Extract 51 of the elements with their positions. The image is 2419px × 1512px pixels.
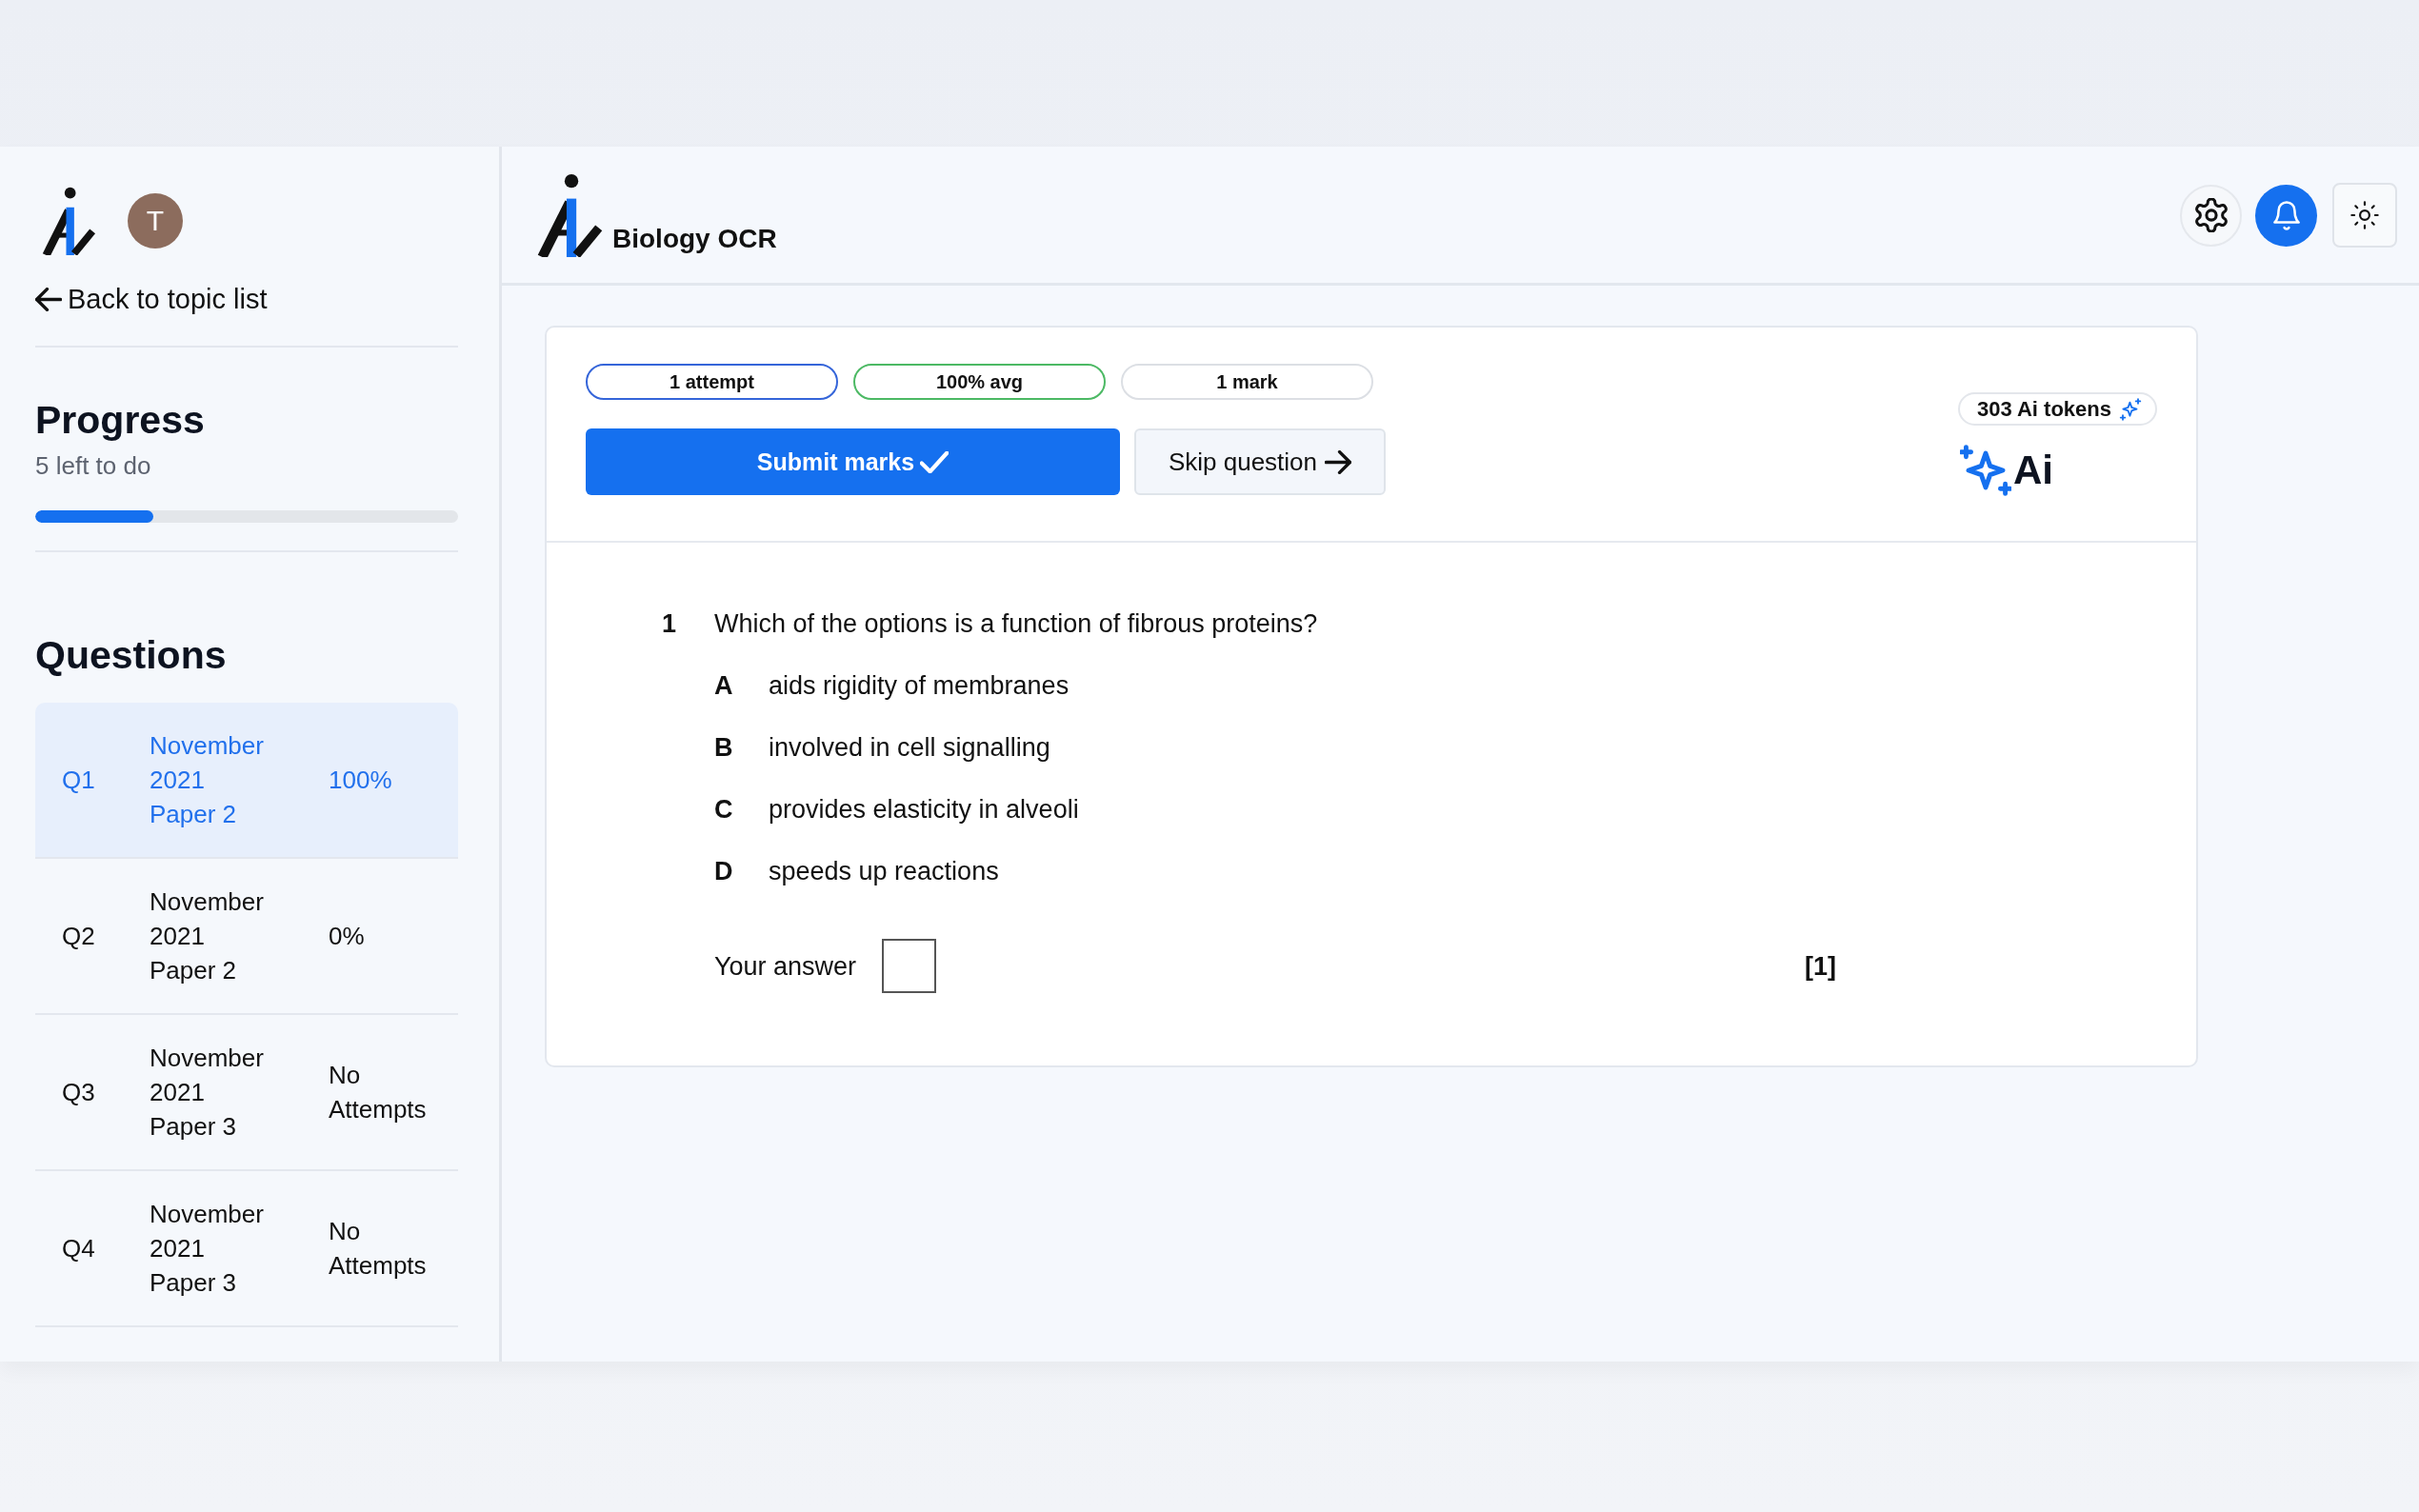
stat-summary: 1 mark [1121, 364, 1373, 400]
question-score: 100% [329, 765, 392, 796]
skip-button[interactable]: Skip question [1134, 428, 1386, 495]
question-score: 0% [329, 921, 365, 952]
token-count: 303 Ai tokens [1957, 392, 2157, 426]
check-icon [920, 450, 950, 473]
question-score: No Attempts [329, 1216, 427, 1282]
question-number: 1 [662, 608, 678, 639]
paper-name: November 2021 Paper 3 [150, 1043, 264, 1143]
option-letter: D [714, 856, 734, 886]
stat-summary: 100% avg [853, 364, 1106, 400]
option-letter: B [714, 732, 734, 763]
answer-box[interactable] [882, 939, 937, 993]
sun-icon [2350, 201, 2379, 229]
settings-icon [2194, 198, 2228, 232]
questions-heading: Questions [35, 632, 227, 679]
question-score: No Attempts [329, 1060, 427, 1125]
ai-label[interactable]: Ai [2012, 448, 2053, 493]
option-text: involved in cell signalling [769, 732, 1050, 763]
question-list-item[interactable]: Q3 November 2021 Paper 3 No Attempts [35, 1015, 458, 1171]
bell-icon [2272, 200, 2300, 230]
paper-name: November 2021 Paper 3 [150, 1199, 264, 1299]
option-text: provides elasticity in alveoli [769, 794, 1079, 825]
marks-label: [1] [1805, 950, 1836, 982]
stat-summary: 1 attempt [586, 364, 838, 400]
question-label: Q2 [62, 921, 96, 952]
subject-title: Biology OCR [612, 223, 777, 255]
answer-label: Your answer [714, 950, 857, 982]
question-label: Q4 [62, 1233, 96, 1264]
option-letter: C [714, 794, 734, 825]
back-link[interactable]: Back to topic list [35, 282, 268, 316]
question-list-item[interactable]: Q4 November 2021 Paper 3 No Attempts [35, 1171, 458, 1327]
question-list-item[interactable]: Q2 November 2021 Paper 2 0% [35, 859, 458, 1015]
question-label: Q1 [62, 765, 96, 796]
back-arrow-icon [35, 287, 62, 311]
arrow-right-icon [1325, 449, 1352, 474]
sparkle-icon [2119, 397, 2142, 421]
sparkle-icon[interactable] [1959, 445, 2011, 496]
option-text: speeds up reactions [769, 856, 999, 886]
option-text: aids rigidity of membranes [769, 670, 1070, 701]
question-label: Q3 [62, 1077, 96, 1108]
question-text: Which of the options is a function of fibrous proteins? [714, 608, 1318, 639]
submit-button[interactable]: Submit marks [586, 428, 1120, 495]
option-letter: A [714, 670, 734, 701]
progress-heading: Progress [35, 397, 205, 444]
avatar[interactable]: T [128, 193, 183, 249]
theme-toggle-button[interactable] [2332, 183, 2397, 248]
progress-caption: 5 left to do [35, 450, 151, 481]
paper-name: November 2021 Paper 2 [150, 730, 264, 830]
question-list-item[interactable]: Q1 November 2021 Paper 2 100% [35, 703, 458, 859]
paper-name: November 2021 Paper 2 [150, 886, 264, 986]
